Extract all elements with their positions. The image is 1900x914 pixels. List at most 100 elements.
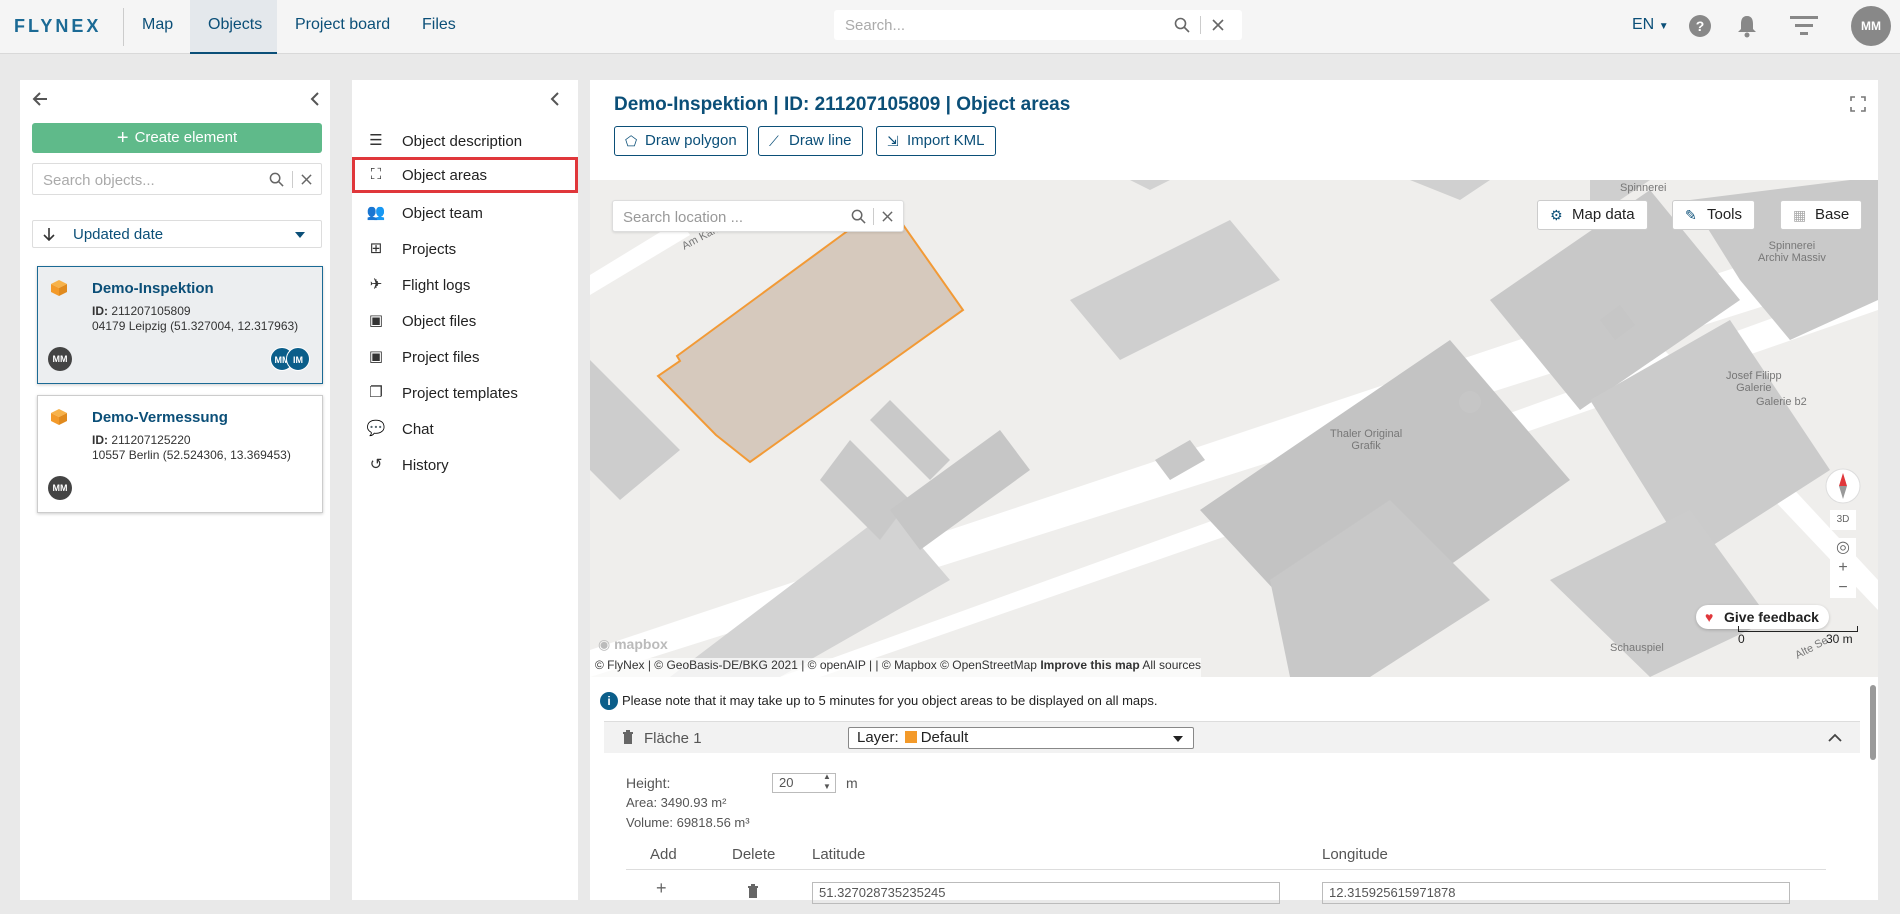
improve-map-link[interactable]: Improve this map xyxy=(1040,658,1139,672)
bell-icon[interactable] xyxy=(1736,14,1758,38)
object-card[interactable]: Demo-Inspektion ID: 211207105809 04179 L… xyxy=(37,266,323,384)
menu-label: Object team xyxy=(402,205,483,222)
label-line: Grafik xyxy=(1351,440,1381,452)
compass-icon[interactable] xyxy=(1825,468,1861,504)
menu-item-chat[interactable]: 💬 Chat xyxy=(352,411,578,447)
menu-item-flight-logs[interactable]: ✈ Flight logs xyxy=(352,267,578,303)
flynex-logo[interactable]: FLYNEX xyxy=(14,16,101,37)
tools-button[interactable]: ✎ Tools xyxy=(1672,200,1756,230)
divider xyxy=(292,171,293,188)
menu-item-object-files[interactable]: ▣ Object files xyxy=(352,303,578,339)
tab-project-board[interactable]: Project board xyxy=(277,0,408,54)
create-element-button[interactable]: + Create element xyxy=(32,123,322,153)
plus-icon: + xyxy=(116,127,129,149)
search-objects-input[interactable]: Search objects... xyxy=(32,163,322,195)
column-header-delete: Delete xyxy=(732,846,776,863)
line-icon: ⟋ xyxy=(769,133,779,149)
map-data-button[interactable]: ⚙ Map data xyxy=(1537,200,1648,230)
search-icon[interactable] xyxy=(1174,17,1190,33)
label-line: Josef Filipp xyxy=(1726,370,1782,382)
layers-icon: ▦ xyxy=(1793,207,1807,223)
object-card[interactable]: Demo-Vermessung ID: 211207125220 10557 B… xyxy=(37,395,323,513)
attribution-text: © FlyNex | © GeoBasis-DE/BKG 2021 | © op… xyxy=(595,658,1037,672)
back-arrow-icon[interactable] xyxy=(32,92,48,106)
map-canvas[interactable]: Am Kanal Spinnerei Spinnerei Archiv Massi… xyxy=(590,180,1878,677)
base-layer-button[interactable]: ▦ Base xyxy=(1780,200,1863,230)
folder-icon: ▣ xyxy=(368,348,384,365)
menu-item-project-templates[interactable]: ❐ Project templates xyxy=(352,375,578,411)
menu-item-history[interactable]: ↺ History xyxy=(352,447,578,483)
locate-icon[interactable]: ◎ xyxy=(1830,538,1856,558)
global-search-input[interactable]: Search... xyxy=(834,10,1242,40)
menu-item-project-files[interactable]: ▣ Project files xyxy=(352,339,578,375)
caret-down-icon xyxy=(295,232,305,238)
sort-select[interactable]: Updated date xyxy=(32,220,322,248)
page-title: Demo-Inspektion | ID: 211207105809 | Obj… xyxy=(614,94,1071,115)
user-avatar[interactable]: MM xyxy=(1851,6,1891,46)
menu-item-object-description[interactable]: ☰ Object description xyxy=(352,123,578,159)
add-row-icon[interactable]: + xyxy=(656,878,667,899)
map-poi-label: Thaler Original Grafik xyxy=(1330,428,1402,452)
tab-objects[interactable]: Objects xyxy=(190,0,277,54)
box-icon xyxy=(51,280,67,296)
language-select[interactable]: EN ▼ xyxy=(1632,16,1669,34)
object-list-panel: + Create element Search objects... Update… xyxy=(20,80,330,900)
longitude-input[interactable]: 12.315925615971878 xyxy=(1322,882,1790,904)
filter-icon[interactable] xyxy=(1790,16,1818,36)
latitude-input[interactable]: 51.327028735235245 xyxy=(812,882,1280,904)
chevron-up-icon[interactable] xyxy=(1828,733,1842,742)
menu-item-object-areas[interactable]: ⛶ Object areas xyxy=(352,157,578,193)
menu-item-object-team[interactable]: 👥 Object team xyxy=(352,195,578,231)
zoom-in-button[interactable]: + xyxy=(1830,558,1856,578)
object-title[interactable]: Demo-Inspektion xyxy=(92,280,214,297)
all-sources-link[interactable]: All sources xyxy=(1142,658,1201,672)
projects-icon: ⊞ xyxy=(369,240,383,257)
object-menu-panel: ☰ Object description ⛶ Object areas 👥 Ob… xyxy=(352,80,578,900)
button-label: Import KML xyxy=(907,132,985,149)
clear-icon[interactable] xyxy=(301,174,312,185)
divider xyxy=(1200,16,1201,34)
stepper-icon[interactable]: ▲ ▼ xyxy=(823,772,831,792)
tab-map[interactable]: Map xyxy=(124,0,191,54)
clear-icon[interactable] xyxy=(1212,19,1224,31)
id-label: ID: xyxy=(92,433,108,447)
area-header[interactable]: Fläche 1 Layer: Default xyxy=(604,721,1860,753)
collapse-icon[interactable] xyxy=(550,92,560,106)
mapbox-logo[interactable]: ◉ mapbox xyxy=(598,636,668,653)
tab-files[interactable]: Files xyxy=(404,0,474,54)
help-icon[interactable]: ? xyxy=(1689,15,1711,37)
zoom-out-button[interactable]: − xyxy=(1830,578,1856,598)
map-poi-label: Schauspiel xyxy=(1610,642,1664,654)
import-icon: ⇲ xyxy=(887,133,899,149)
area-name[interactable]: Fläche 1 xyxy=(644,730,702,747)
toggle-3d-button[interactable]: 3D xyxy=(1830,510,1856,530)
label-line: Thaler Original xyxy=(1330,428,1403,440)
button-label: Draw line xyxy=(789,132,852,149)
search-icon[interactable] xyxy=(269,172,284,187)
menu-item-projects[interactable]: ⊞ Projects xyxy=(352,231,578,267)
layer-select[interactable]: Layer: Default xyxy=(848,727,1194,749)
column-header-add: Add xyxy=(650,846,677,863)
object-title[interactable]: Demo-Vermessung xyxy=(92,409,228,426)
menu-label: History xyxy=(402,457,449,474)
clear-icon[interactable] xyxy=(882,211,893,222)
search-placeholder: Search objects... xyxy=(43,172,155,189)
owner-avatar[interactable]: MM xyxy=(48,347,72,371)
area-value: Area: 3490.93 m² xyxy=(626,795,727,810)
owner-avatar[interactable]: MM xyxy=(48,476,72,500)
map-attribution: © FlyNex | © GeoBasis-DE/BKG 2021 | © op… xyxy=(590,658,1202,677)
search-icon[interactable] xyxy=(851,209,866,224)
details-scrollbar[interactable] xyxy=(1870,685,1876,760)
fullscreen-icon[interactable] xyxy=(1850,96,1866,112)
label-line: Galerie xyxy=(1736,382,1772,394)
trash-icon[interactable] xyxy=(747,884,759,898)
draw-polygon-button[interactable]: ⬠ Draw polygon xyxy=(614,126,748,156)
collapse-icon[interactable] xyxy=(310,92,320,106)
trash-icon[interactable] xyxy=(622,730,634,744)
height-input[interactable]: 20 ▲ ▼ xyxy=(772,772,836,793)
member-avatar[interactable]: IM xyxy=(286,347,310,371)
location-search-input[interactable]: Search location ... xyxy=(612,200,904,232)
import-kml-button[interactable]: ⇲ Import KML xyxy=(876,126,996,156)
map-poi-label: Spinnerei Archiv Massiv xyxy=(1758,240,1826,264)
draw-line-button[interactable]: ⟋ Draw line xyxy=(758,126,863,156)
